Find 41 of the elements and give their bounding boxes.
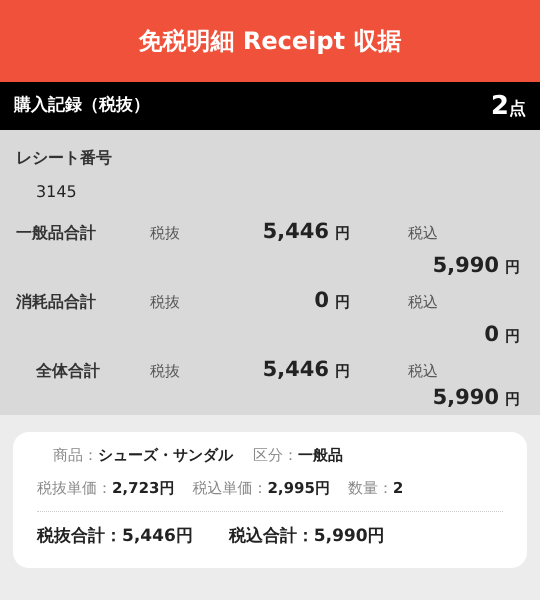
currency-unit: 円 bbox=[335, 361, 350, 382]
total-label: 全体合計 bbox=[34, 360, 101, 382]
unit-price-included: 2,995円 bbox=[267, 478, 330, 498]
quantity-label: 数量： bbox=[348, 478, 393, 498]
page-title: 免税明細 Receipt 収据 bbox=[138, 26, 402, 57]
section-title: 購入記録（税抜） bbox=[14, 94, 150, 118]
tax-included-label: 税込 bbox=[407, 361, 439, 382]
product-label: 商品： bbox=[53, 445, 98, 466]
tax-excluded-label: 税抜 bbox=[150, 223, 181, 244]
tax-included-label: 税込 bbox=[407, 292, 439, 313]
total-included-label: 税込合計： bbox=[228, 525, 314, 548]
tax-included-label: 税込 bbox=[407, 223, 439, 244]
quantity-value: 2 bbox=[392, 478, 404, 498]
receipt-label: レシート番号 bbox=[16, 147, 113, 169]
included-amount: 5,990 bbox=[432, 384, 499, 410]
excluded-amount: 5,446 bbox=[262, 218, 329, 245]
tax-excluded-label: 税抜 bbox=[150, 292, 181, 313]
total-label: 消耗品合計 bbox=[16, 291, 97, 313]
tax-excluded-label: 税抜 bbox=[150, 361, 181, 382]
product-name: シューズ・サンダル bbox=[98, 445, 233, 466]
count-unit: 点 bbox=[509, 98, 526, 120]
total-excluded-label: 税抜合計： bbox=[37, 525, 122, 548]
unit-price-included-label: 税込単価： bbox=[192, 478, 268, 498]
total-excluded: 5,446円 bbox=[122, 525, 193, 548]
included-amount: 5,990 bbox=[432, 252, 499, 278]
currency-unit: 円 bbox=[335, 292, 350, 313]
included-amount: 0 bbox=[484, 320, 499, 348]
receipt-number: 3145 bbox=[35, 181, 78, 203]
currency-unit: 円 bbox=[505, 388, 520, 410]
unit-price-excluded-label: 税抜単価： bbox=[37, 478, 112, 498]
unit-price-excluded: 2,723円 bbox=[112, 478, 174, 498]
total-label: 一般品合計 bbox=[16, 222, 97, 244]
total-included: 5,990円 bbox=[314, 525, 385, 548]
excluded-amount: 5,446 bbox=[262, 356, 329, 383]
currency-unit: 円 bbox=[335, 223, 350, 244]
item-count: 2 bbox=[490, 90, 509, 122]
category-label: 区分： bbox=[253, 445, 298, 466]
excluded-amount: 0 bbox=[314, 287, 329, 314]
currency-unit: 円 bbox=[505, 256, 520, 278]
category-value: 一般品 bbox=[298, 445, 343, 466]
currency-unit: 円 bbox=[505, 326, 520, 346]
